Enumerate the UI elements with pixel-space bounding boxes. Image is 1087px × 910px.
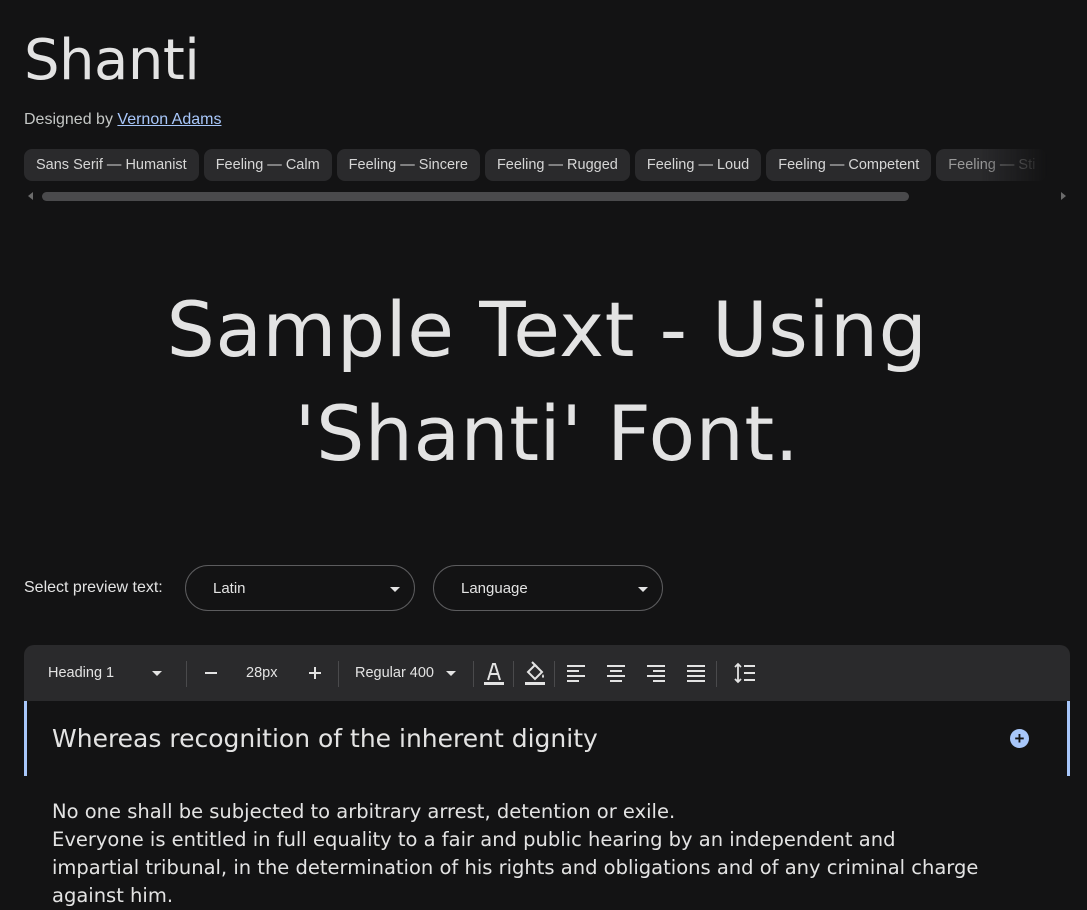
tag-chip[interactable]: Sans Serif — Humanist [24, 149, 199, 181]
style-dropdown-value: Heading 1 [48, 665, 115, 681]
preview-text-label: Select preview text: [24, 579, 163, 596]
text-color-icon [484, 663, 504, 685]
tag-scrollbar[interactable] [24, 190, 1070, 202]
align-center-icon [607, 665, 625, 682]
align-right-button[interactable] [646, 645, 666, 701]
toolbar-divider [513, 661, 514, 687]
toolbar-divider [186, 661, 187, 687]
editor-paragraph[interactable]: No one shall be subjected to arbitrary a… [52, 798, 1052, 910]
designer-line: Designed by Vernon Adams [24, 111, 221, 129]
tag-list: Sans Serif — Humanist Feeling — Calm Feeli… [24, 149, 1087, 181]
script-select-value: Latin [213, 580, 246, 597]
line-height-button[interactable] [734, 645, 756, 701]
align-right-icon [647, 665, 665, 682]
scroll-left-arrow-icon[interactable] [28, 192, 33, 200]
style-dropdown[interactable]: Heading 1 [48, 645, 168, 701]
sample-text-preview[interactable]: Sample Text - Using 'Shanti' Font. [24, 278, 1070, 486]
editor-heading-block[interactable]: Whereas recognition of the inherent dign… [24, 701, 1070, 776]
align-justify-button[interactable] [686, 645, 706, 701]
plus-icon [309, 667, 321, 679]
text-color-button[interactable] [483, 645, 505, 701]
tag-chip[interactable]: Feeling — Competent [766, 149, 932, 181]
paragraph-line: against him. [52, 884, 174, 907]
weight-dropdown-value: Regular 400 [355, 665, 434, 681]
tag-chip[interactable]: Feeling — Rugged [484, 149, 630, 181]
align-justify-icon [687, 665, 705, 682]
chevron-down-icon [152, 671, 162, 676]
toolbar-divider [473, 661, 474, 687]
minus-icon [205, 672, 217, 674]
designed-by-label: Designed by [24, 111, 113, 128]
increase-size-button[interactable] [307, 645, 323, 701]
tag-chip[interactable]: Feeling — Sti [936, 149, 1048, 181]
toolbar-divider [716, 661, 717, 687]
fill-color-icon [525, 661, 545, 685]
paragraph-line: impartial tribunal, in the determination… [52, 856, 979, 879]
chevron-down-icon [638, 587, 648, 592]
font-title: Shanti [24, 28, 200, 93]
size-value[interactable]: 28px [246, 645, 277, 701]
toolbar-divider [554, 661, 555, 687]
weight-dropdown[interactable]: Regular 400 [355, 645, 461, 701]
add-block-icon[interactable]: + [1010, 729, 1029, 748]
line-spacing-icon [734, 662, 755, 684]
tag-chip[interactable]: Feeling — Loud [634, 149, 762, 181]
designer-link[interactable]: Vernon Adams [117, 111, 221, 128]
scroll-right-arrow-icon[interactable] [1061, 192, 1066, 200]
tag-chip[interactable]: Feeling — Calm [203, 149, 332, 181]
align-center-button[interactable] [606, 645, 626, 701]
language-select[interactable]: Language [433, 565, 663, 611]
decrease-size-button[interactable] [203, 645, 219, 701]
language-select-value: Language [461, 580, 528, 597]
align-left-button[interactable] [566, 645, 586, 701]
tag-chip[interactable]: Feeling — Sincere [336, 149, 480, 181]
paragraph-line: Everyone is entitled in full equality to… [52, 828, 896, 851]
chevron-down-icon [390, 587, 400, 592]
paragraph-line: No one shall be subjected to arbitrary a… [52, 800, 676, 823]
toolbar-divider [338, 661, 339, 687]
editor-heading[interactable]: Whereas recognition of the inherent dign… [52, 724, 598, 753]
align-left-icon [567, 665, 585, 682]
chevron-down-icon [446, 671, 456, 676]
highlight-color-button[interactable] [524, 645, 546, 701]
script-select[interactable]: Latin [185, 565, 415, 611]
scrollbar-thumb[interactable] [42, 192, 909, 201]
editor-toolbar: Heading 1 28px Regular 400 [24, 645, 1070, 701]
